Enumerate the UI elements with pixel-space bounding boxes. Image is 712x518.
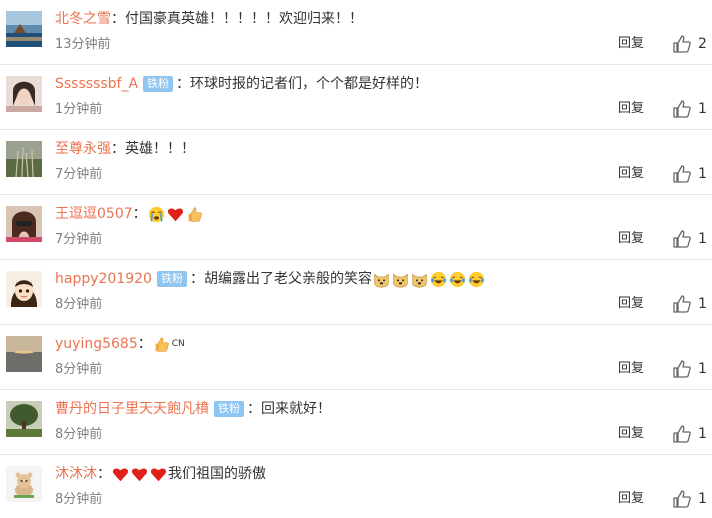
thumbs-up-icon[interactable] xyxy=(672,489,692,509)
comment-item: yuying5685 ： CN 8分钟前 回复 1 xyxy=(0,325,712,390)
username-link[interactable]: 至尊永强 xyxy=(55,138,111,160)
heart-icon xyxy=(150,467,167,481)
comment-text: 付国豪真英雄！！！！！欢迎归来！！ xyxy=(125,11,363,27)
thumbs-up-icon[interactable] xyxy=(672,99,692,119)
like-count: 1 xyxy=(698,101,707,117)
comment-line: 王逗逗0507 ： xyxy=(55,203,204,225)
thumbs-up-icon xyxy=(155,336,169,352)
avatar[interactable] xyxy=(6,206,42,242)
comment-text: 回来就好！ xyxy=(261,401,331,417)
heart-icon xyxy=(131,467,148,481)
comment-text: 胡编露出了老父亲般的笑容 xyxy=(203,271,372,287)
colon: ： xyxy=(111,141,125,157)
doge-icon xyxy=(393,273,408,287)
comment-item: 沐沐沐 ： 我们祖国的骄傲 8分钟前 回复 1 xyxy=(0,455,712,518)
comment-list: 北冬之雪 ： 付国豪真英雄！！！！！欢迎归来！！ 13分钟前 回复 2 Ssss… xyxy=(0,0,712,518)
like-count: 1 xyxy=(698,426,707,442)
comment-line: 至尊永强 ： 英雄！！！ xyxy=(55,138,195,160)
like-count: 1 xyxy=(698,361,707,377)
username-link[interactable]: 王逗逗0507 xyxy=(55,203,133,225)
avatar[interactable] xyxy=(6,11,42,47)
thumbs-up-icon[interactable] xyxy=(672,359,692,379)
reply-button[interactable]: 回复 xyxy=(618,230,644,248)
username-link[interactable]: 沐沐沐 xyxy=(55,463,97,485)
like-count: 1 xyxy=(698,491,707,507)
avatar[interactable] xyxy=(6,141,42,177)
username-link[interactable]: yuying5685 xyxy=(55,333,138,355)
timestamp: 1分钟前 xyxy=(55,102,103,117)
comment-text: 环球时报的记者们，个个都是好样的！ xyxy=(190,76,429,92)
avatar[interactable] xyxy=(6,336,42,372)
timestamp: 8分钟前 xyxy=(55,427,103,442)
avatar[interactable] xyxy=(6,466,42,502)
thumbs-up-icon[interactable] xyxy=(672,294,692,314)
comment-item: 曹丹的日子里天天飽凡橨 铁粉 ： 回来就好！ 8分钟前 回复 1 xyxy=(0,390,712,455)
reply-button[interactable]: 回复 xyxy=(618,490,644,508)
timestamp: 7分钟前 xyxy=(55,232,103,247)
thumbs-up-icon[interactable] xyxy=(672,424,692,444)
thumbs-up-icon[interactable] xyxy=(672,229,692,249)
colon: ： xyxy=(176,76,191,92)
colon: ： xyxy=(189,271,204,287)
username-link[interactable]: 北冬之雪 xyxy=(55,8,111,30)
doge-icon xyxy=(412,273,427,287)
comment-line: happy201920 铁粉 ： 胡编露出了老父亲般的笑容 xyxy=(55,268,486,290)
reply-button[interactable]: 回复 xyxy=(618,425,644,443)
reply-button[interactable]: 回复 xyxy=(618,100,644,118)
username-link[interactable]: 曹丹的日子里天天飽凡橨 xyxy=(55,398,209,420)
comment-item: 王逗逗0507 ： 7分钟前 回复 1 xyxy=(0,195,712,260)
comment-text: 英雄！！！ xyxy=(125,141,195,157)
comment-item: 至尊永强 ： 英雄！！！ 7分钟前 回复 1 xyxy=(0,130,712,195)
timestamp: 7分钟前 xyxy=(55,167,103,182)
doge-icon xyxy=(374,273,389,287)
username-link[interactable]: Sssssssbf_A xyxy=(55,73,138,95)
thumbs-up-icon[interactable] xyxy=(672,34,692,54)
comment-item: Sssssssbf_A 铁粉 ： 环球时报的记者们，个个都是好样的！ 1分钟前 … xyxy=(0,65,712,130)
like-count: 1 xyxy=(698,166,707,182)
comment-item: happy201920 铁粉 ： 胡编露出了老父亲般的笑容 8分钟前 回复 1 xyxy=(0,260,712,325)
avatar[interactable] xyxy=(6,76,42,112)
avatar[interactable] xyxy=(6,271,42,307)
crying-face-icon xyxy=(148,206,164,222)
comment-text: 我们祖国的骄傲 xyxy=(168,466,266,482)
timestamp: 8分钟前 xyxy=(55,492,103,507)
fan-badge: 铁粉 xyxy=(143,76,174,92)
heart-icon xyxy=(112,467,129,481)
comment-item: 北冬之雪 ： 付国豪真英雄！！！！！欢迎归来！！ 13分钟前 回复 2 xyxy=(0,0,712,65)
comment-line: yuying5685 ： CN xyxy=(55,333,185,355)
timestamp: 8分钟前 xyxy=(55,297,103,312)
like-count: 1 xyxy=(698,231,707,247)
reply-button[interactable]: 回复 xyxy=(618,360,644,378)
colon: ： xyxy=(111,11,125,27)
colon: ： xyxy=(247,401,261,417)
comment-line: 北冬之雪 ： 付国豪真英雄！！！！！欢迎归来！！ xyxy=(55,8,363,30)
heart-icon xyxy=(167,207,183,221)
colon: ： xyxy=(132,206,147,222)
username-link[interactable]: happy201920 xyxy=(55,268,152,290)
comment-line: Sssssssbf_A 铁粉 ： 环球时报的记者们，个个都是好样的！ xyxy=(55,73,428,95)
like-count: 1 xyxy=(698,296,707,312)
reply-button[interactable]: 回复 xyxy=(618,295,644,313)
laughing-tears-icon xyxy=(468,271,485,287)
laughing-tears-icon xyxy=(430,271,447,287)
reply-button[interactable]: 回复 xyxy=(618,165,644,183)
laughing-tears-icon xyxy=(449,271,466,287)
timestamp: 8分钟前 xyxy=(55,362,103,377)
reply-button[interactable]: 回复 xyxy=(618,35,644,53)
fan-badge: 铁粉 xyxy=(214,401,244,417)
comment-line: 沐沐沐 ： 我们祖国的骄傲 xyxy=(55,463,266,485)
fan-badge: 铁粉 xyxy=(156,271,187,287)
cn-label: CN xyxy=(171,339,185,349)
comment-line: 曹丹的日子里天天飽凡橨 铁粉 ： 回来就好！ xyxy=(55,398,331,420)
colon: ： xyxy=(137,336,152,352)
avatar[interactable] xyxy=(6,401,42,437)
like-count: 2 xyxy=(698,36,707,52)
thumbs-up-icon xyxy=(188,206,202,222)
thumbs-up-icon[interactable] xyxy=(672,164,692,184)
timestamp: 13分钟前 xyxy=(55,37,111,52)
colon: ： xyxy=(97,466,111,482)
